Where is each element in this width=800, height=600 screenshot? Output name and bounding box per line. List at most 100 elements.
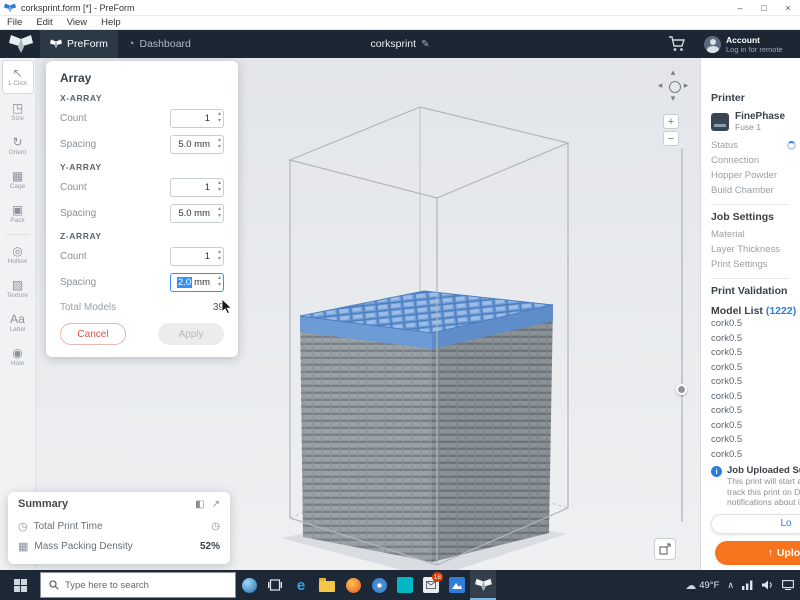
menu-edit[interactable]: Edit: [29, 17, 59, 28]
tool-size[interactable]: ◳ Size: [2, 96, 34, 128]
model-list-title: Model List (1222): [711, 305, 800, 317]
pack-icon: ▣: [12, 204, 23, 217]
titlebar: corksprint.form [*] - PreForm – □ ×: [0, 0, 800, 16]
x-count-stepper[interactable]: ▴▾: [218, 111, 221, 125]
model-list-item[interactable]: cork0.5: [711, 361, 800, 376]
search-placeholder: Type here to search: [65, 580, 149, 591]
z-spacing-stepper[interactable]: ▴▾: [218, 275, 221, 289]
login-button[interactable]: Lo: [711, 514, 800, 534]
rotate-right-icon[interactable]: ▸: [680, 79, 692, 91]
taskbar-app-preform[interactable]: [470, 570, 496, 600]
slice-view-icon: [659, 543, 671, 555]
x-array-section-title: X-ARRAY: [60, 93, 224, 103]
printer-icon: [711, 113, 729, 131]
x-count-input[interactable]: 1 ▴▾: [170, 109, 224, 128]
tray-overflow-chevron-icon[interactable]: ∧: [727, 580, 734, 591]
weather-widget[interactable]: ☁ 49°F: [685, 579, 719, 592]
y-spacing-stepper[interactable]: ▴▾: [218, 206, 221, 220]
model-list-item[interactable]: cork0.5: [711, 390, 800, 405]
cancel-button[interactable]: Cancel: [60, 323, 126, 345]
taskbar-app-edge[interactable]: e: [288, 570, 314, 600]
network-icon[interactable]: [742, 580, 754, 590]
y-spacing-input[interactable]: 5.0 mm ▴▾: [170, 204, 224, 223]
upload-icon: ↑: [768, 547, 773, 559]
sidebar-divider: [6, 234, 30, 235]
tool-hole[interactable]: ◉ Hole: [2, 341, 34, 373]
model-list-item[interactable]: cork0.5: [711, 332, 800, 347]
model-list-item[interactable]: cork0.5: [711, 346, 800, 361]
cortana-button[interactable]: [236, 570, 262, 600]
summary-dock-icon[interactable]: ◧: [195, 499, 204, 510]
tool-hollow[interactable]: ◎ Hollow: [2, 239, 34, 271]
view-rotation-pad: ▴ ◂ ▸ ▾: [654, 66, 692, 104]
model-list-count: (1222): [766, 305, 796, 317]
menu-help[interactable]: Help: [94, 17, 128, 28]
print-settings-row: Print Settings: [711, 257, 800, 272]
tool-orient[interactable]: ↻ Orient: [2, 130, 34, 162]
layer-slider-handle[interactable]: [676, 384, 687, 395]
taskbar-app-chrome[interactable]: [366, 570, 392, 600]
minimize-button[interactable]: –: [728, 0, 752, 15]
taskbar-app-file-explorer[interactable]: [314, 570, 340, 600]
document-name-text: corksprint: [371, 38, 417, 50]
rotate-up-icon[interactable]: ▴: [667, 66, 679, 78]
upload-button[interactable]: ↑ Upload: [715, 541, 800, 565]
weather-cloud-icon: ☁: [685, 579, 696, 592]
taskbar-search-input[interactable]: Type here to search: [40, 572, 236, 598]
taskbar-app-store[interactable]: [392, 570, 418, 600]
y-count-label: Count: [60, 182, 87, 193]
model-list-item[interactable]: cork0.5: [711, 448, 800, 463]
cortana-icon: [242, 578, 257, 593]
tab-preform[interactable]: PreForm: [40, 30, 118, 58]
taskbar-app-mail[interactable]: 18: [418, 570, 444, 600]
tool-pack[interactable]: ▣ Pack: [2, 198, 34, 230]
tool-one-click[interactable]: ↖ 1-Click: [2, 60, 34, 94]
z-spacing-input[interactable]: 2.0 mm ▴▾: [170, 273, 224, 292]
formlabs-butterfly-icon: [8, 34, 34, 54]
menu-view[interactable]: View: [60, 17, 94, 28]
taskbar-app-photos[interactable]: [444, 570, 470, 600]
x-spacing-stepper[interactable]: ▴▾: [218, 137, 221, 151]
task-view-button[interactable]: [262, 570, 288, 600]
y-count-stepper[interactable]: ▴▾: [218, 180, 221, 194]
edge-icon: e: [293, 577, 309, 593]
dashboard-tab-label: Dashboard: [140, 38, 191, 50]
printer-selector[interactable]: FinePhase Fuse 1: [711, 111, 800, 132]
view-home-icon[interactable]: [669, 81, 681, 93]
tool-label[interactable]: Aa Label: [2, 307, 34, 339]
account-login[interactable]: Account Log in for remote: [704, 30, 800, 58]
zoom-out-button[interactable]: −: [663, 131, 679, 146]
rename-icon[interactable]: ✎: [421, 39, 429, 50]
zoom-in-button[interactable]: +: [663, 114, 679, 129]
apply-button[interactable]: Apply: [158, 323, 224, 345]
rotate-down-icon[interactable]: ▾: [667, 92, 679, 104]
rotate-left-icon[interactable]: ◂: [654, 79, 666, 91]
maximize-button[interactable]: □: [752, 0, 776, 15]
x-spacing-input[interactable]: 5.0 mm ▴▾: [170, 135, 224, 154]
model-list-item[interactable]: cork0.5: [711, 419, 800, 434]
y-spacing-label: Spacing: [60, 208, 96, 219]
summary-expand-icon[interactable]: ↗: [212, 499, 220, 510]
y-count-input[interactable]: 1 ▴▾: [170, 178, 224, 197]
close-button[interactable]: ×: [776, 0, 800, 15]
model-stack: [300, 291, 553, 562]
menu-file[interactable]: File: [0, 17, 29, 28]
tab-dashboard[interactable]: ◔ Dashboard: [118, 30, 201, 58]
model-list-item[interactable]: cork0.5: [711, 317, 800, 332]
volume-icon[interactable]: [762, 580, 774, 590]
action-center-icon[interactable]: [782, 580, 794, 590]
slice-view-button[interactable]: [654, 538, 676, 560]
taskbar-app-firefox[interactable]: [340, 570, 366, 600]
z-count-input[interactable]: 1 ▴▾: [170, 247, 224, 266]
app-toolbar: PreForm ◔ Dashboard corksprint ✎ Account …: [0, 30, 800, 58]
model-list-item[interactable]: cork0.5: [711, 404, 800, 419]
tool-cage[interactable]: ▦ Cage: [2, 164, 34, 196]
model-list-item[interactable]: cork0.5: [711, 433, 800, 448]
start-button[interactable]: [0, 570, 40, 600]
z-count-stepper[interactable]: ▴▾: [218, 249, 221, 263]
tool-texture[interactable]: ▨ Texture: [2, 273, 34, 305]
preform-window: { "titlebar": { "title": "corksprint.for…: [0, 0, 800, 600]
model-list-item[interactable]: cork0.5: [711, 375, 800, 390]
layer-slider-track[interactable]: [681, 148, 683, 522]
cart-icon[interactable]: [668, 36, 686, 52]
